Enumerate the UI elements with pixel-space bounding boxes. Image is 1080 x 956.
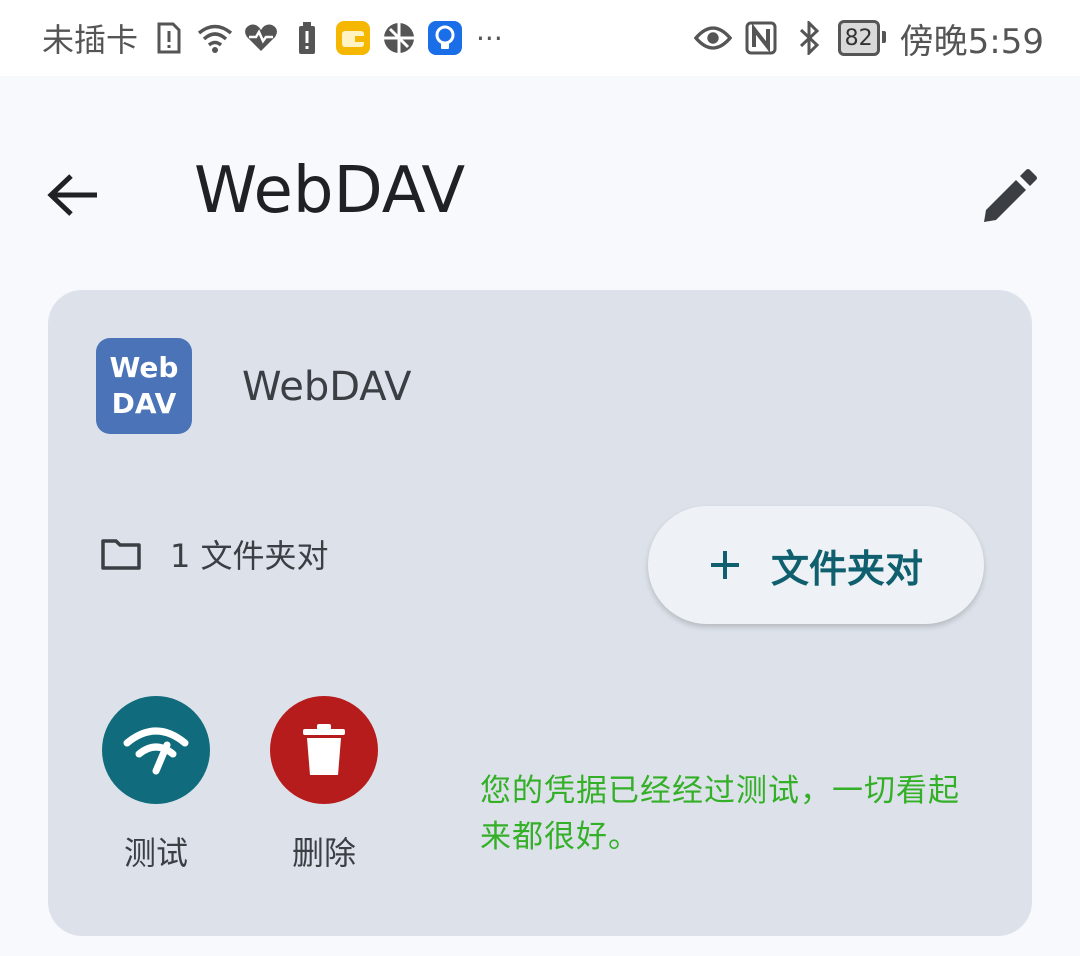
pencil-icon: [984, 169, 1037, 222]
credentials-status-message: 您的凭据已经经过测试，一切看起来都很好。: [480, 773, 960, 855]
test-button[interactable]: 测试: [102, 696, 210, 874]
back-button[interactable]: [40, 162, 106, 228]
clock: 傍晚5:59: [899, 21, 1044, 62]
test-button-circle[interactable]: [102, 696, 210, 804]
trash-icon: [303, 724, 345, 775]
webdav-logo: Web DAV: [96, 338, 192, 434]
arrow-left-icon: [47, 174, 97, 216]
wifi-icon: [196, 19, 234, 57]
status-bar-right: 82 傍晚5:59: [693, 16, 1044, 62]
more-notifications-icon: ···: [476, 21, 503, 55]
folder-count-label: 1 文件夹对: [170, 537, 329, 575]
delete-label: 删除: [291, 834, 356, 872]
edit-button[interactable]: [972, 162, 1044, 234]
add-folder-pair-button[interactable]: 文件夹对: [648, 506, 984, 624]
plus-icon: [710, 551, 739, 579]
sim-alert-icon: [150, 19, 188, 57]
health-heart-icon: [242, 19, 280, 57]
battery-warning-icon: [288, 19, 326, 57]
delete-button[interactable]: 删除: [270, 696, 378, 874]
provider-card: Web DAV WebDAV 1 文件夹对 文件夹对 测试 删除 您的凭据已经经…: [48, 290, 1032, 936]
page-title: WebDAV: [194, 154, 466, 228]
nfc-icon: [742, 19, 780, 57]
battery-level: 82: [837, 20, 886, 56]
logo-line-2: DAV: [111, 387, 177, 420]
provider-name: WebDAV: [242, 364, 412, 410]
app-bar: WebDAV: [0, 76, 1080, 326]
status-bar-left: 未插卡 ···: [42, 16, 507, 60]
browser-globe-icon: [380, 19, 418, 57]
delete-button-circle[interactable]: [270, 696, 378, 804]
test-label: 测试: [123, 834, 188, 872]
bulb-app-icon: [426, 19, 464, 57]
eye-icon: [693, 19, 732, 57]
wifi-signal-icon: [123, 727, 189, 775]
wallet-app-icon: [334, 19, 372, 57]
logo-line-1: Web: [109, 351, 179, 384]
status-bar: 未插卡 ··· 82 傍晚5:59: [0, 0, 1080, 76]
folder-pair-count: 1 文件夹对: [100, 534, 329, 575]
add-folder-pair-label: 文件夹对: [770, 546, 923, 591]
bluetooth-icon: [790, 19, 828, 57]
carrier-text: 未插卡: [42, 21, 139, 59]
folder-icon: [101, 539, 141, 570]
